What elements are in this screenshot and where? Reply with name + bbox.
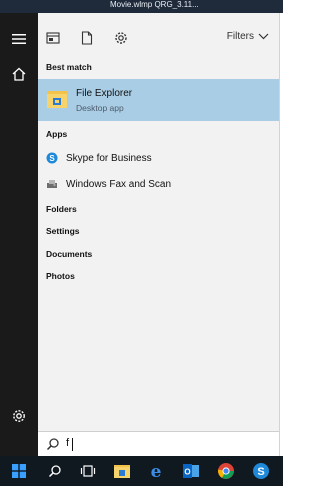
app-label: Windows Fax and Scan bbox=[66, 178, 172, 190]
section-photos[interactable]: Photos bbox=[46, 271, 75, 281]
best-match-file-explorer[interactable]: File Explorer Desktop app bbox=[38, 79, 279, 121]
background-window-title: Movie.wlmp QRG_3.11... bbox=[110, 0, 199, 9]
hamburger-menu-icon[interactable] bbox=[9, 29, 29, 49]
svg-text:S: S bbox=[257, 466, 264, 478]
best-match-header: Best match bbox=[46, 62, 92, 72]
filters-dropdown[interactable]: Filters bbox=[227, 31, 269, 42]
search-input-value: f bbox=[66, 437, 70, 449]
start-left-rail bbox=[0, 13, 38, 456]
task-view-icon[interactable] bbox=[78, 461, 98, 481]
documents-filter-icon[interactable] bbox=[78, 29, 96, 47]
outlook-icon[interactable]: O bbox=[181, 461, 201, 481]
best-match-name: File Explorer bbox=[76, 88, 133, 99]
chevron-down-icon bbox=[258, 33, 269, 40]
background-window-title-strip: Movie.wlmp QRG_3.11... bbox=[0, 0, 283, 13]
fax-icon bbox=[47, 180, 57, 188]
settings-gear-icon[interactable] bbox=[9, 406, 29, 426]
apps-filter-icon[interactable] bbox=[44, 29, 62, 47]
app-label: Skype for Business bbox=[66, 152, 152, 164]
search-taskbar-icon[interactable] bbox=[45, 461, 65, 481]
section-documents[interactable]: Documents bbox=[46, 249, 92, 259]
apps-header: Apps bbox=[46, 129, 68, 139]
section-settings[interactable]: Settings bbox=[46, 226, 80, 236]
section-folders[interactable]: Folders bbox=[46, 204, 77, 214]
taskbar: e O S bbox=[0, 456, 283, 486]
file-explorer-icon bbox=[46, 88, 68, 110]
file-explorer-taskbar-icon[interactable] bbox=[112, 461, 132, 481]
search-caret bbox=[72, 438, 73, 451]
app-windows-fax-and-scan[interactable]: Windows Fax and Scan bbox=[46, 175, 171, 193]
chrome-icon[interactable] bbox=[216, 461, 236, 481]
svg-text:O: O bbox=[184, 468, 190, 477]
windows-start-icon[interactable] bbox=[9, 461, 29, 481]
search-icon bbox=[46, 438, 59, 451]
app-skype-for-business[interactable]: S Skype for Business bbox=[46, 149, 152, 167]
svg-text:e: e bbox=[151, 462, 162, 480]
best-match-subtitle: Desktop app bbox=[76, 103, 124, 113]
search-box[interactable]: f bbox=[38, 431, 279, 457]
svg-text:S: S bbox=[49, 154, 55, 163]
skype-taskbar-icon[interactable]: S bbox=[251, 461, 271, 481]
home-icon[interactable] bbox=[9, 64, 29, 84]
edge-browser-icon[interactable]: e bbox=[146, 461, 166, 481]
skype-icon: S bbox=[46, 152, 58, 164]
filters-label: Filters bbox=[226, 31, 254, 42]
search-results-panel: Filters Best match File Explorer Desktop… bbox=[38, 13, 280, 457]
settings-filter-icon[interactable] bbox=[112, 29, 130, 47]
search-toolbar: Filters bbox=[38, 27, 279, 49]
